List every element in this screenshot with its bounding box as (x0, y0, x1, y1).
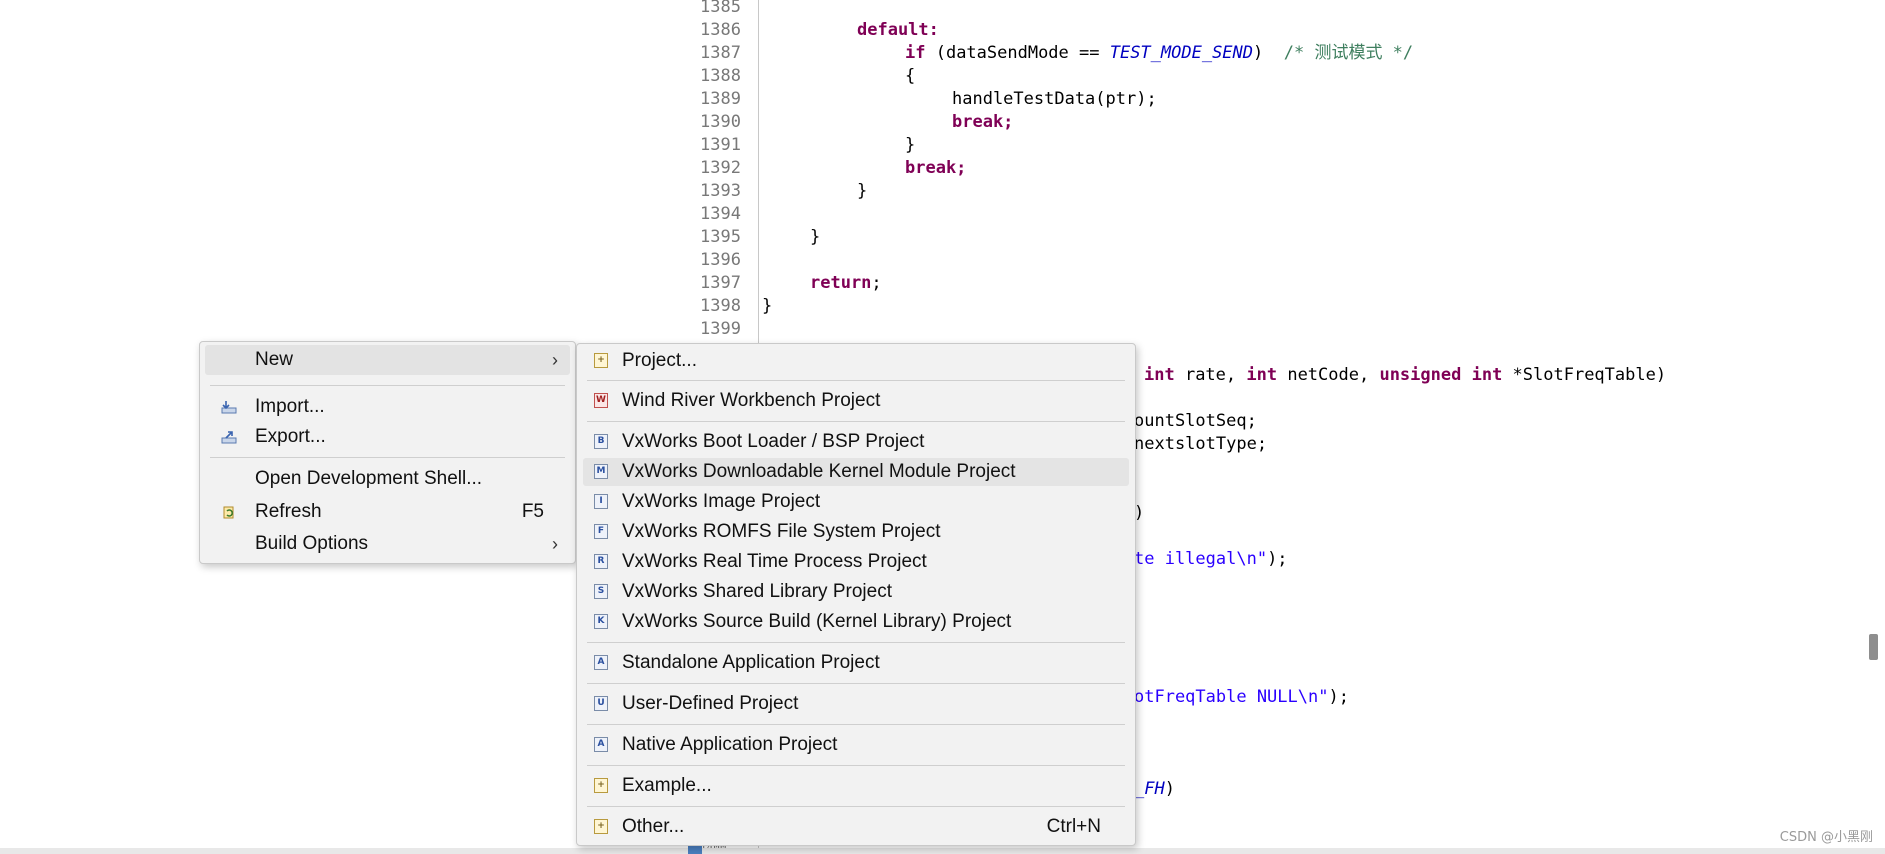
export-icon (221, 429, 237, 445)
scroll-position-marker (688, 846, 702, 854)
code-line: } (857, 181, 868, 201)
horizontal-scrollbar[interactable] (0, 848, 1885, 854)
menu-item-export[interactable]: Export... (205, 422, 570, 452)
code-fragment: otFreqTable NULL\n"); (1134, 687, 1349, 707)
code-fragment: _FH) (1134, 779, 1175, 799)
menu-separator (587, 683, 1125, 684)
code-line: { (905, 66, 916, 86)
line-number: 1398 (700, 296, 741, 316)
line-number: 1394 (700, 204, 741, 224)
menu-separator (587, 421, 1125, 422)
code-line: default: (857, 20, 939, 40)
code-line: handleTestData(ptr); (952, 89, 1157, 109)
line-number: 1396 (700, 250, 741, 270)
line-number: 1389 (700, 89, 741, 109)
submenu-item-vxworks-source-build[interactable]: K VxWorks Source Build (Kernel Library) … (583, 608, 1129, 636)
line-number: 1385 (700, 0, 741, 17)
submenu-item-vxworks-shared-library[interactable]: S VxWorks Shared Library Project (583, 578, 1129, 606)
submenu-item-vxworks-romfs[interactable]: F VxWorks ROMFS File System Project (583, 518, 1129, 546)
other-wizard-icon: + (594, 819, 608, 834)
source-build-project-icon: K (594, 614, 608, 629)
submenu-item-user-defined[interactable]: U User-Defined Project (583, 690, 1129, 718)
code-line: return; (810, 273, 882, 293)
submenu-item-vxworks-rtp[interactable]: R VxWorks Real Time Process Project (583, 548, 1129, 576)
submenu-item-project[interactable]: + Project... (583, 347, 1129, 375)
menu-separator (587, 765, 1125, 766)
submenu-item-vxworks-dkm[interactable]: M VxWorks Downloadable Kernel Module Pro… (583, 458, 1129, 486)
code-line: if (dataSendMode == TEST_MODE_SEND) /* 测… (905, 43, 1414, 63)
rtp-project-icon: R (594, 554, 608, 569)
import-icon (221, 399, 237, 415)
menu-separator (210, 457, 565, 458)
code-fragment: te illegal\n"); (1134, 549, 1288, 569)
submenu-item-vxworks-boot-loader-bsp[interactable]: B VxWorks Boot Loader / BSP Project (583, 428, 1129, 456)
submenu-item-standalone-application[interactable]: A Standalone Application Project (583, 649, 1129, 677)
line-number: 1399 (700, 319, 741, 339)
menu-item-refresh[interactable]: Refresh F5 (205, 497, 570, 527)
standalone-app-project-icon: A (594, 655, 608, 670)
new-submenu: + Project... W Wind River Workbench Proj… (576, 343, 1136, 846)
line-number: 1390 (700, 112, 741, 132)
user-defined-project-icon: U (594, 696, 608, 711)
submenu-item-other[interactable]: + Other... Ctrl+N (583, 813, 1129, 841)
menu-separator (587, 806, 1125, 807)
context-menu: New › Import... Export... Open Developme… (199, 341, 576, 564)
menu-item-new[interactable]: New › (205, 345, 570, 375)
watermark: CSDN @小黑刚 (1779, 830, 1873, 845)
kernel-module-project-icon: M (594, 464, 608, 479)
romfs-project-icon: F (594, 524, 608, 539)
menu-item-open-development-shell[interactable]: Open Development Shell... (205, 464, 570, 494)
workbench-project-icon: W (594, 393, 608, 408)
chevron-right-icon: › (552, 533, 558, 554)
line-number: 1393 (700, 181, 741, 201)
code-line: } (905, 135, 916, 155)
vertical-scrollbar-thumb[interactable] (1869, 634, 1878, 660)
menu-separator (587, 642, 1125, 643)
line-number: 1395 (700, 227, 741, 247)
line-number: 1388 (700, 66, 741, 86)
line-number: 1386 (700, 20, 741, 40)
bsp-project-icon: B (594, 434, 608, 449)
code-fragment: int rate, int netCode, unsigned int *Slo… (1144, 365, 1667, 385)
submenu-item-wind-river-workbench-project[interactable]: W Wind River Workbench Project (583, 387, 1129, 415)
code-fragment: nextslotType; (1134, 434, 1268, 454)
chevron-right-icon: › (552, 349, 558, 370)
menu-separator (587, 724, 1125, 725)
code-line: break; (952, 112, 1014, 132)
line-number: 1391 (700, 135, 741, 155)
submenu-item-example[interactable]: + Example... (583, 772, 1129, 800)
refresh-icon (221, 504, 237, 520)
native-app-project-icon: A (594, 737, 608, 752)
code-line: break; (905, 158, 967, 178)
menu-item-import[interactable]: Import... (205, 392, 570, 422)
shared-library-project-icon: S (594, 584, 608, 599)
new-project-icon: + (594, 353, 608, 368)
menu-item-build-options[interactable]: Build Options › (205, 529, 570, 559)
image-project-icon: I (594, 494, 608, 509)
submenu-item-native-application[interactable]: A Native Application Project (583, 731, 1129, 759)
submenu-item-vxworks-image[interactable]: I VxWorks Image Project (583, 488, 1129, 516)
menu-separator (587, 380, 1125, 381)
line-number: 1392 (700, 158, 741, 178)
code-line: } (762, 296, 773, 316)
line-number: 1387 (700, 43, 741, 63)
example-icon: + (594, 778, 608, 793)
menu-separator (210, 385, 565, 386)
code-line: } (810, 227, 821, 247)
line-number: 1397 (700, 273, 741, 293)
code-fragment: ountSlotSeq; (1134, 411, 1257, 431)
